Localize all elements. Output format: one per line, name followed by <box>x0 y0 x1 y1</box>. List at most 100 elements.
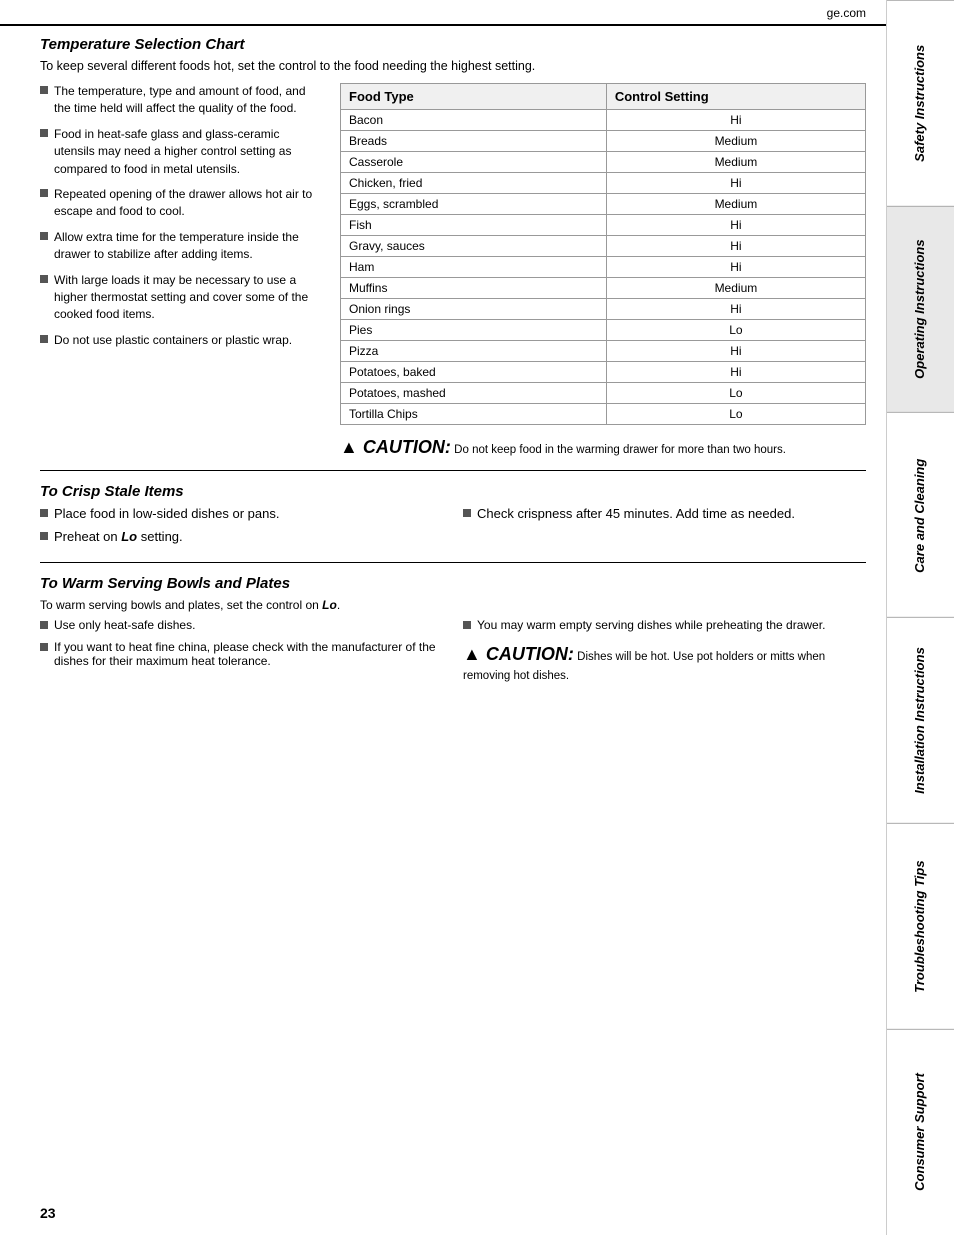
food-setting: Hi <box>606 257 865 278</box>
food-name: Breads <box>341 131 607 152</box>
caution-icon: ▲ CAUTION: <box>340 437 451 457</box>
bullet-icon <box>40 275 48 283</box>
sidebar-tab-operating[interactable]: Operating Instructions <box>887 206 954 412</box>
food-name: Eggs, scrambled <box>341 194 607 215</box>
bullet-icon <box>40 621 48 629</box>
warm-intro: To warm serving bowls and plates, set th… <box>40 598 866 612</box>
food-name: Bacon <box>341 110 607 131</box>
sidebar-tab-care[interactable]: Care and Cleaning <box>887 412 954 618</box>
warm-caution: ▲ CAUTION: Dishes will be hot. Use pot h… <box>463 642 866 684</box>
crisp-section-title: To Crisp Stale Items <box>40 483 866 500</box>
food-setting: Lo <box>606 404 865 425</box>
food-setting: Lo <box>606 383 865 404</box>
bullet-text: Repeated opening of the drawer allows ho… <box>54 186 320 221</box>
warm-left: Use only heat-safe dishes. If you want t… <box>40 618 443 684</box>
food-name: Tortilla Chips <box>341 404 607 425</box>
temp-section-title: Temperature Selection Chart <box>40 36 866 53</box>
food-name: Muffins <box>341 278 607 299</box>
food-setting: Hi <box>606 362 865 383</box>
bullet-text: The temperature, type and amount of food… <box>54 83 320 118</box>
site-url: ge.com <box>827 6 866 20</box>
food-table-row: Potatoes, bakedHi <box>341 362 866 383</box>
bullet-text: Place food in low-sided dishes or pans. <box>54 506 279 521</box>
food-setting: Hi <box>606 110 865 131</box>
bullet-text: Food in heat-safe glass and glass-cerami… <box>54 126 320 178</box>
bullet-icon <box>40 129 48 137</box>
food-name: Pies <box>341 320 607 341</box>
bullet-icon <box>40 509 48 517</box>
bullet-text: Do not use plastic containers or plastic… <box>54 332 292 349</box>
bullet-item: Use only heat-safe dishes. <box>40 618 443 632</box>
bullet-text: With large loads it may be necessary to … <box>54 272 320 324</box>
food-table-row: MuffinsMedium <box>341 278 866 299</box>
food-setting: Medium <box>606 194 865 215</box>
bullet-item: You may warm empty serving dishes while … <box>463 618 866 632</box>
food-table-row: PiesLo <box>341 320 866 341</box>
bullet-item: Place food in low-sided dishes or pans. <box>40 506 443 521</box>
bullet-item: The temperature, type and amount of food… <box>40 83 320 118</box>
sidebar-tab-safety[interactable]: Safety Instructions <box>887 0 954 206</box>
warm-right: You may warm empty serving dishes while … <box>463 618 866 684</box>
bullet-icon <box>40 643 48 651</box>
bullet-item: Check crispness after 45 minutes. Add ti… <box>463 506 866 521</box>
bullet-item: If you want to heat fine china, please c… <box>40 640 443 668</box>
food-name: Fish <box>341 215 607 236</box>
bullet-icon <box>40 335 48 343</box>
warm-caution-icon: ▲ CAUTION: <box>463 644 574 664</box>
sidebar-tab-troubleshooting[interactable]: Troubleshooting Tips <box>887 823 954 1029</box>
food-table-row: HamHi <box>341 257 866 278</box>
temp-caution: ▲ CAUTION: Do not keep food in the warmi… <box>340 435 866 460</box>
bullet-item: Allow extra time for the temperature ins… <box>40 229 320 264</box>
food-table-row: BaconHi <box>341 110 866 131</box>
food-setting: Hi <box>606 173 865 194</box>
temp-section-subtitle: To keep several different foods hot, set… <box>40 59 866 73</box>
bullet-icon <box>40 532 48 540</box>
sidebar-tab-consumer[interactable]: Consumer Support <box>887 1029 954 1235</box>
bullet-text: Preheat on Lo setting. <box>54 529 183 544</box>
food-name: Potatoes, baked <box>341 362 607 383</box>
right-sidebar: Safety Instructions Operating Instructio… <box>886 0 954 1235</box>
bullet-text: If you want to heat fine china, please c… <box>54 640 443 668</box>
caution-text: Do not keep food in the warming drawer f… <box>454 444 786 456</box>
bullet-text: Check crispness after 45 minutes. Add ti… <box>477 506 795 521</box>
food-name: Chicken, fried <box>341 173 607 194</box>
food-table-row: FishHi <box>341 215 866 236</box>
bullet-text: Allow extra time for the temperature ins… <box>54 229 320 264</box>
food-type-header: Food Type <box>341 84 607 110</box>
bullet-icon <box>463 509 471 517</box>
food-name: Potatoes, mashed <box>341 383 607 404</box>
page-number: 23 <box>40 1205 56 1221</box>
temperature-section: Temperature Selection Chart To keep seve… <box>40 36 866 471</box>
bullet-item: Food in heat-safe glass and glass-cerami… <box>40 126 320 178</box>
crisp-left: Place food in low-sided dishes or pans. … <box>40 506 443 552</box>
food-table-row: BreadsMedium <box>341 131 866 152</box>
temp-bullets: The temperature, type and amount of food… <box>40 83 320 460</box>
bullet-item: With large loads it may be necessary to … <box>40 272 320 324</box>
food-setting: Medium <box>606 131 865 152</box>
food-setting: Hi <box>606 299 865 320</box>
food-table-row: Onion ringsHi <box>341 299 866 320</box>
food-setting: Medium <box>606 152 865 173</box>
bullet-text: You may warm empty serving dishes while … <box>477 618 825 632</box>
food-table: Food Type Control Setting BaconHiBreadsM… <box>340 83 866 425</box>
food-setting: Hi <box>606 341 865 362</box>
food-table-row: CasseroleMedium <box>341 152 866 173</box>
bullet-icon <box>40 86 48 94</box>
food-setting: Lo <box>606 320 865 341</box>
caution-label: CAUTION: <box>363 437 451 457</box>
food-table-row: Tortilla ChipsLo <box>341 404 866 425</box>
warm-caution-label: CAUTION: <box>486 644 574 664</box>
food-table-row: Chicken, friedHi <box>341 173 866 194</box>
bullet-item: Do not use plastic containers or plastic… <box>40 332 320 349</box>
food-name: Ham <box>341 257 607 278</box>
food-table-wrapper: Food Type Control Setting BaconHiBreadsM… <box>340 83 866 460</box>
food-table-row: Gravy, saucesHi <box>341 236 866 257</box>
bullet-text: Use only heat-safe dishes. <box>54 618 195 632</box>
food-name: Casserole <box>341 152 607 173</box>
food-name: Gravy, sauces <box>341 236 607 257</box>
top-bar: ge.com <box>0 0 886 26</box>
bullet-icon <box>40 232 48 240</box>
food-name: Onion rings <box>341 299 607 320</box>
sidebar-tab-installation[interactable]: Installation Instructions <box>887 617 954 823</box>
food-setting: Hi <box>606 236 865 257</box>
